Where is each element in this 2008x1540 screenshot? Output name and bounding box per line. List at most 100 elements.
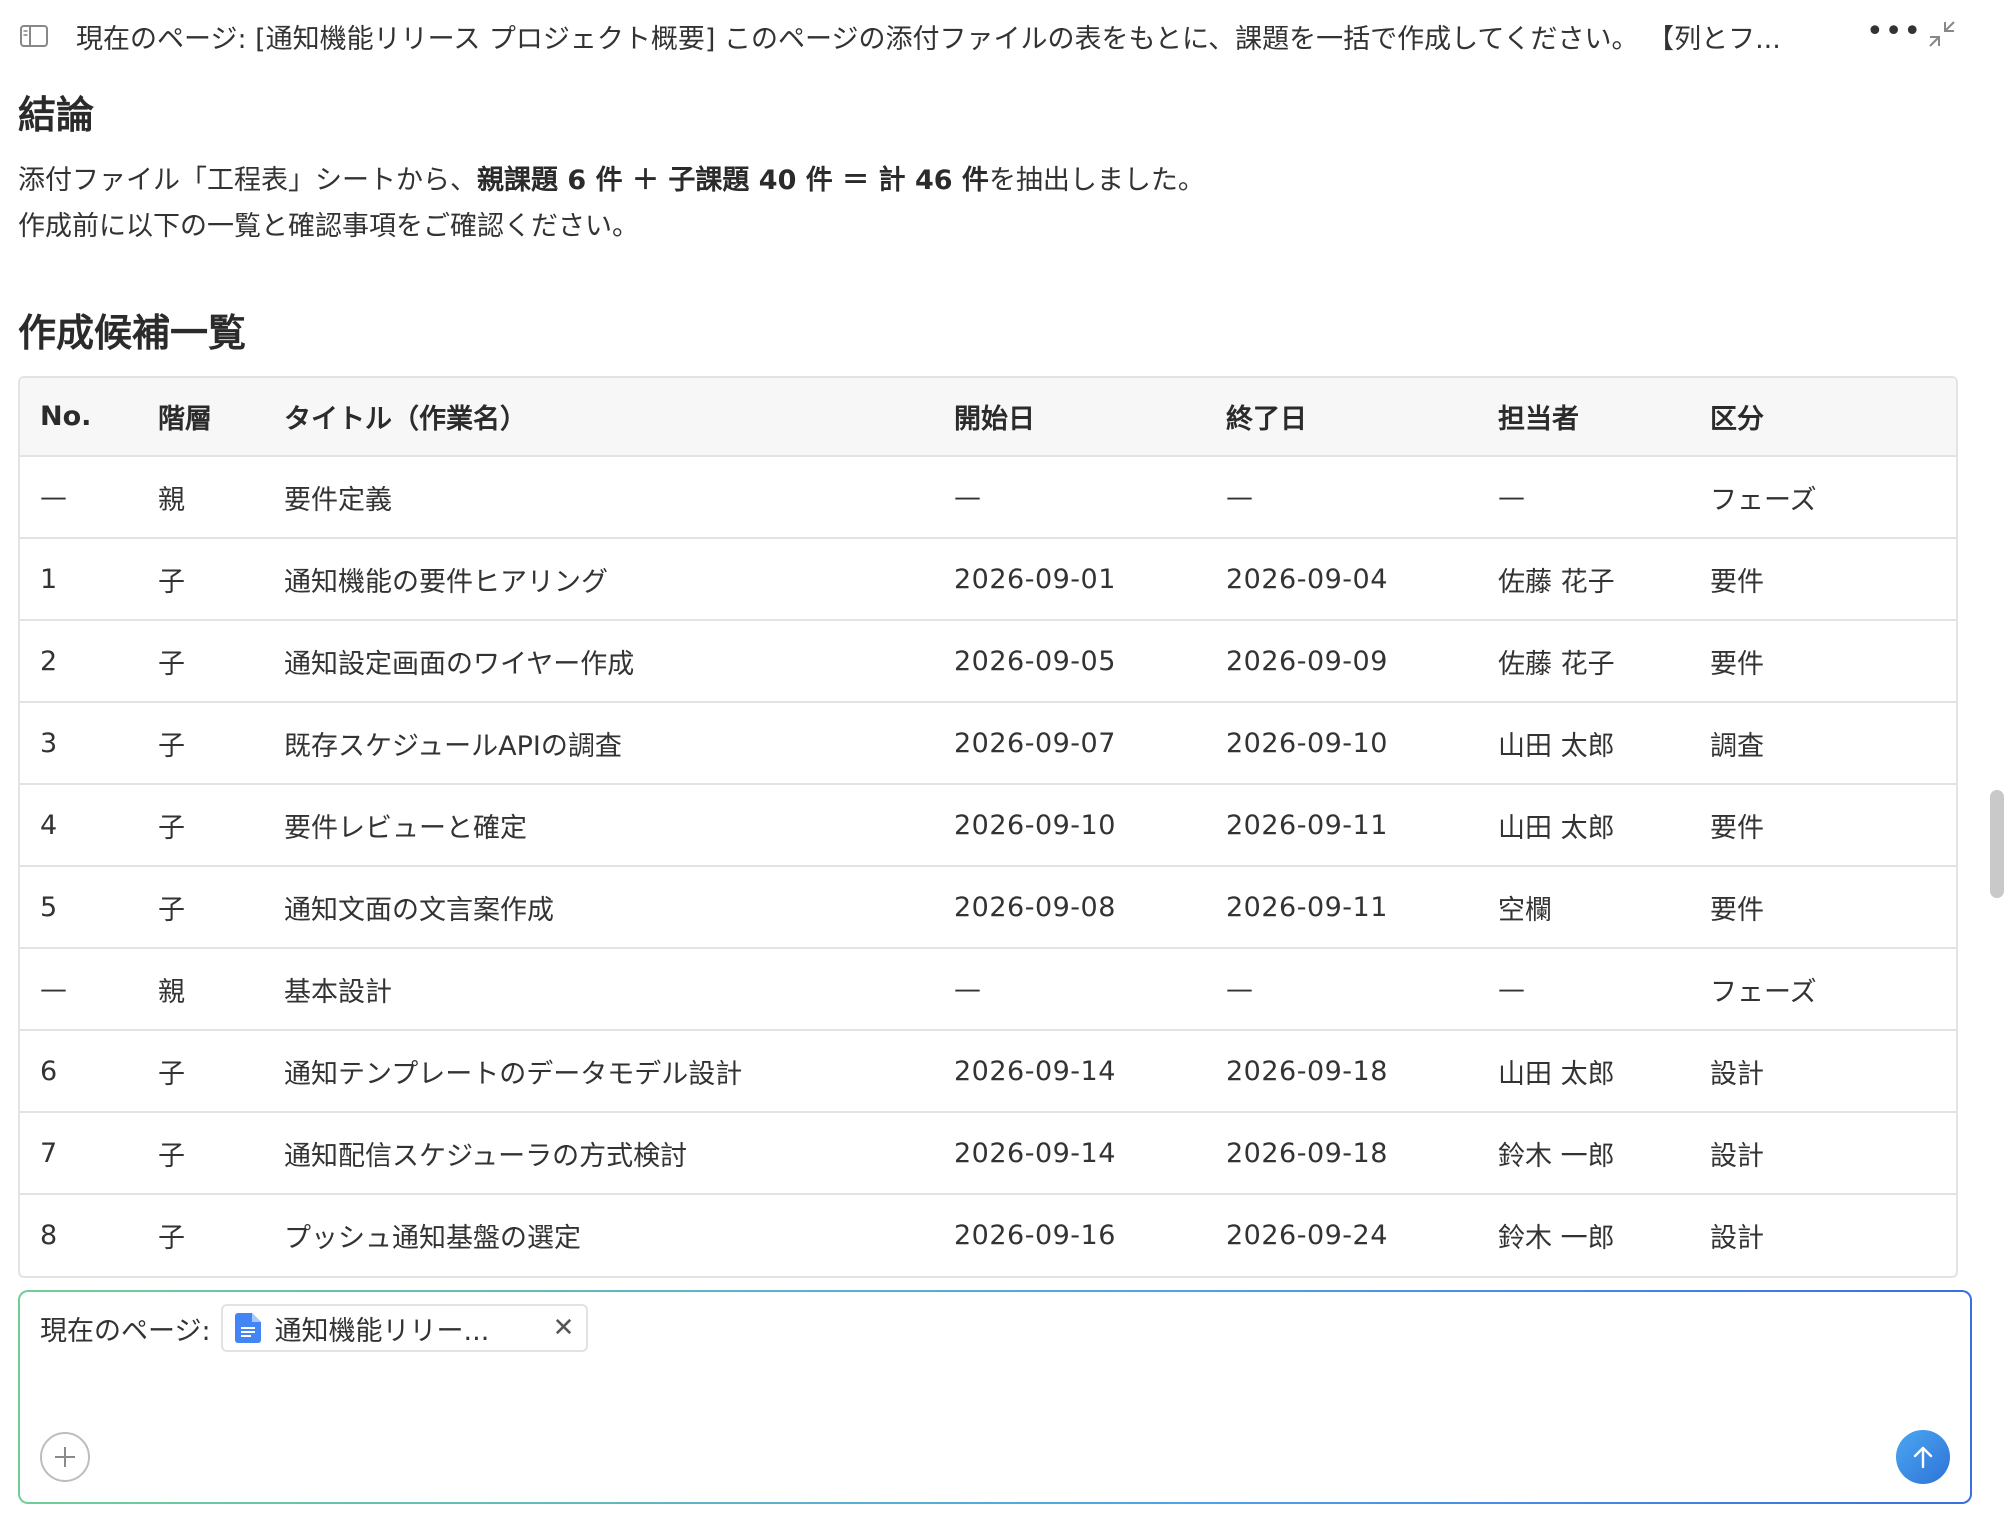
conclusion-count: 親課題 6 件 ＋ 子課題 40 件 ＝ 計 46 件 [477,165,989,196]
cell-title: 通知配信スケジューラの方式検討 [284,1140,688,1172]
cell-assignee: 佐藤 花子 [1498,566,1615,598]
column-header-level: 階層 [158,404,212,435]
cell-level: 子 [158,812,185,844]
column-header-start: 開始日 [954,404,1035,435]
cell-end: — [1226,481,1254,513]
cell-no: 2 [40,645,58,677]
more-icon[interactable]: ••• [1866,14,1922,49]
cell-end: 2026-09-24 [1226,1220,1388,1251]
conclusion-text-pre: 添付ファイル「工程表」シートから、 [18,165,477,196]
table-row: 7 子 通知配信スケジューラの方式検討 2026-09-14 2026-09-1… [20,1112,1956,1194]
cell-title: プッシュ通知基盤の選定 [284,1223,581,1254]
cell-start: — [954,481,982,513]
cell-no: 1 [40,563,58,595]
chip-page-name: 通知機能リリー... [274,1315,490,1347]
column-header-title: タイトル（作業名） [284,404,527,435]
chat-composer[interactable]: 現在のページ: 通知機能リリー... ✕ [18,1290,1972,1504]
cell-category: 調査 [1710,730,1764,762]
cell-no: 5 [40,891,58,923]
cell-assignee: 鈴木 一郎 [1498,1223,1615,1254]
table-row: 6 子 通知テンプレートのデータモデル設計 2026-09-14 2026-09… [20,1030,1956,1112]
cell-level: 子 [158,1223,185,1254]
cell-category: 要件 [1710,566,1764,598]
cell-category: 要件 [1710,812,1764,844]
cell-end: 2026-09-10 [1226,727,1388,759]
cell-assignee: 佐藤 花子 [1498,648,1615,680]
table-header-row: No. 階層 タイトル（作業名） 開始日 終了日 担当者 区分 [20,378,1956,456]
column-header-end: 終了日 [1226,404,1307,435]
cell-start: 2026-09-08 [954,891,1116,923]
cell-title: 基本設計 [284,976,392,1008]
cell-no: 8 [40,1220,58,1251]
cell-title: 要件定義 [284,484,392,516]
context-row: 現在のページ: 通知機能リリー... ✕ [40,1304,589,1352]
cell-category: 要件 [1710,648,1764,680]
cell-start: 2026-09-14 [954,1055,1116,1087]
page-title: 現在のページ: [通知機能リリース プロジェクト概要] このページの添付ファイル… [76,23,1781,55]
sidebar-toggle-icon[interactable] [20,23,50,49]
cell-title: 既存スケジュールAPIの調査 [284,730,622,762]
scrollbar-thumb[interactable] [1990,790,2004,898]
cell-level: 子 [158,648,185,680]
cell-end: 2026-09-04 [1226,563,1388,595]
cell-assignee: 山田 太郎 [1498,730,1615,762]
cell-start: 2026-09-14 [954,1137,1116,1169]
cell-title: 通知テンプレートのデータモデル設計 [284,1058,743,1090]
table-row: 8 子 プッシュ通知基盤の選定 2026-09-16 2026-09-24 鈴木… [20,1194,1956,1276]
cell-level: 親 [158,484,185,516]
current-page-chip[interactable]: 通知機能リリー... ✕ [220,1304,589,1352]
table-row: 3 子 既存スケジュールAPIの調査 2026-09-07 2026-09-10… [20,702,1956,784]
panel-header: 現在のページ: [通知機能リリース プロジェクト概要] このページの添付ファイル… [0,0,2008,72]
cell-assignee: 山田 太郎 [1498,812,1615,844]
table-row: 1 子 通知機能の要件ヒアリング 2026-09-01 2026-09-04 佐… [20,538,1956,620]
cell-no: 3 [40,727,58,759]
table-row: 5 子 通知文面の文言案作成 2026-09-08 2026-09-11 空欄 … [20,866,1956,948]
conclusion-line-1: 添付ファイル「工程表」シートから、親課題 6 件 ＋ 子課題 40 件 ＝ 計 … [18,158,1205,197]
cell-no: 6 [40,1055,58,1087]
cell-level: 子 [158,1140,185,1172]
cell-title: 要件レビューと確定 [284,812,527,844]
cell-category: 設計 [1710,1140,1764,1172]
cell-level: 親 [158,976,185,1008]
assistant-panel: 現在のページ: [通知機能リリース プロジェクト概要] このページの添付ファイル… [0,0,2008,1540]
cell-end: — [1226,973,1254,1005]
collapse-icon[interactable] [1926,18,1958,50]
plus-icon[interactable] [40,1432,90,1482]
cell-start: 2026-09-01 [954,563,1116,595]
send-button[interactable] [1896,1430,1950,1484]
cell-no: — [40,481,67,513]
cell-start: — [954,973,982,1005]
cell-no: 7 [40,1137,58,1169]
column-header-no: No. [40,401,92,432]
cell-title: 通知文面の文言案作成 [284,894,554,926]
context-label: 現在のページ: [40,1315,211,1347]
table-row: — 親 基本設計 — — — フェーズ [20,948,1956,1030]
cell-assignee: 鈴木 一郎 [1498,1140,1615,1172]
table-row: 4 子 要件レビューと確定 2026-09-10 2026-09-11 山田 太… [20,784,1956,866]
cell-assignee: — [1498,973,1525,1005]
cell-level: 子 [158,894,185,926]
cell-start: 2026-09-05 [954,645,1116,677]
cell-start: 2026-09-07 [954,727,1116,759]
cell-level: 子 [158,1058,185,1090]
cell-title: 通知機能の要件ヒアリング [284,566,608,598]
cell-no: 4 [40,809,58,841]
conclusion-line-2: 作成前に以下の一覧と確認事項をご確認ください。 [18,211,639,242]
cell-level: 子 [158,730,185,762]
cell-assignee: 山田 太郎 [1498,1058,1615,1090]
table-row: 2 子 通知設定画面のワイヤー作成 2026-09-05 2026-09-09 … [20,620,1956,702]
cell-assignee: — [1498,481,1525,513]
table-row: — 親 要件定義 — — — フェーズ [20,456,1956,538]
candidates-table: No. 階層 タイトル（作業名） 開始日 終了日 担当者 区分 — 親 要件定義 [18,376,1958,1278]
cell-category: フェーズ [1710,976,1817,1008]
cell-title: 通知設定画面のワイヤー作成 [284,648,635,680]
close-icon[interactable]: ✕ [553,1313,575,1343]
cell-start: 2026-09-10 [954,809,1116,841]
conclusion-text-post: を抽出しました。 [988,165,1205,196]
column-header-assignee: 担当者 [1498,404,1579,435]
cell-end: 2026-09-11 [1226,809,1388,841]
column-header-category: 区分 [1710,404,1764,435]
cell-no: — [40,973,67,1005]
candidates-heading: 作成候補一覧 [18,311,247,355]
cell-end: 2026-09-09 [1226,645,1388,677]
